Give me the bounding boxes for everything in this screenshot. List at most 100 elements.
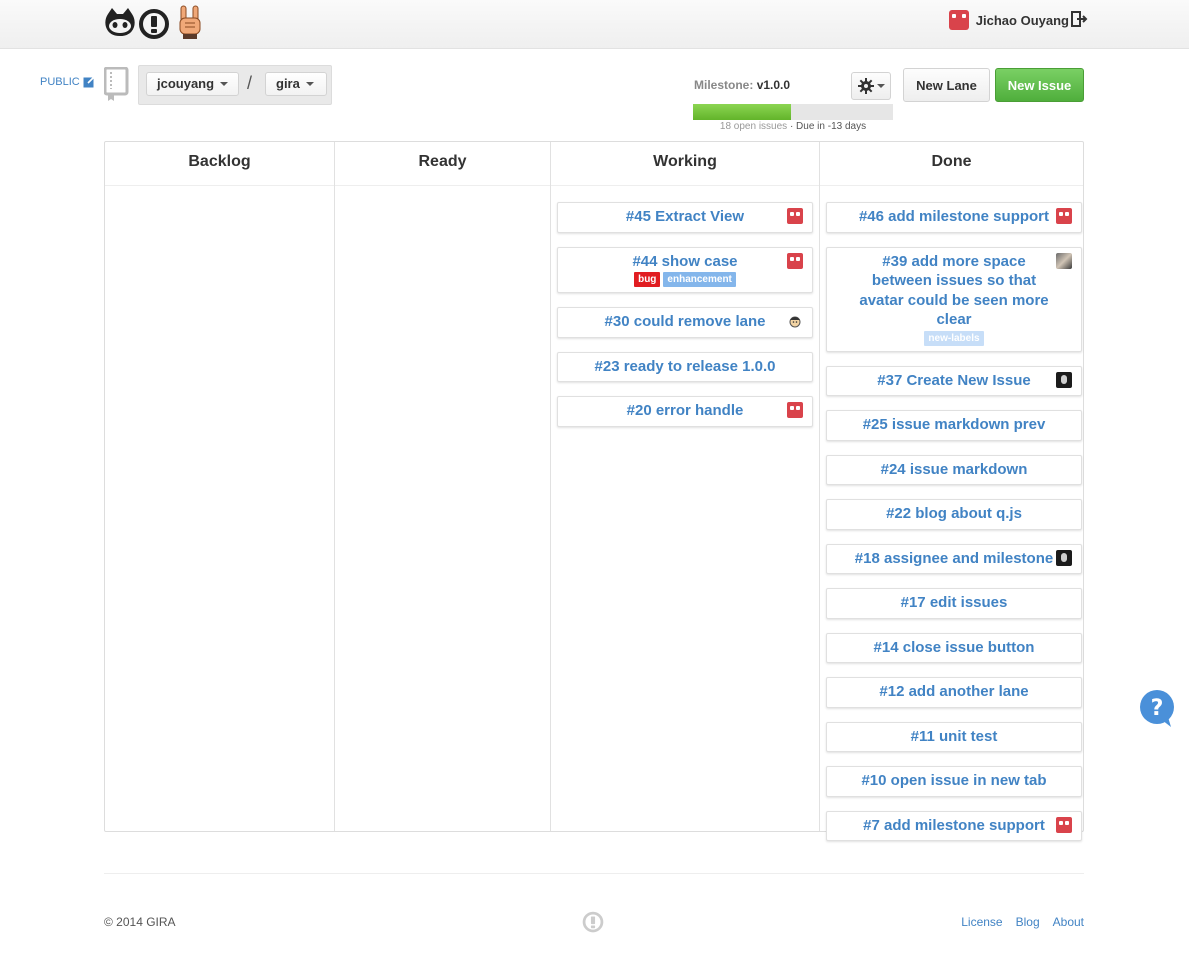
issue-card[interactable]: #44 show case bug enhancement (557, 246, 813, 293)
issue-card[interactable]: #14 close issue button (826, 632, 1082, 663)
external-link-icon (83, 75, 96, 88)
issue-title[interactable]: #45 Extract View (584, 207, 786, 227)
lane-title: Ready (335, 142, 550, 186)
blog-link[interactable]: Blog (1016, 915, 1040, 929)
issue-card[interactable]: #45 Extract View (557, 202, 813, 233)
repo-book-icon (103, 66, 130, 108)
issue-title[interactable]: #24 issue markdown (853, 460, 1055, 480)
lane-cards (105, 186, 334, 202)
repo-separator: / (247, 73, 253, 93)
issue-card[interactable]: #10 open issue in new tab (826, 766, 1082, 797)
public-visibility-link[interactable]: PUBLIC (40, 75, 96, 88)
issue-card[interactable]: #22 blog about q.js (826, 499, 1082, 530)
about-link[interactable]: About (1053, 915, 1084, 929)
milestone-label[interactable]: Milestone: v1.0.0 (694, 78, 790, 92)
chevron-down-icon (220, 82, 229, 86)
issue-title[interactable]: #46 add milestone support (853, 207, 1055, 227)
issue-card[interactable]: #11 unit test (826, 721, 1082, 752)
issue-card[interactable]: #12 add another lane (826, 677, 1082, 708)
repo-name: gira (276, 76, 300, 91)
assignee-avatar (787, 313, 803, 329)
milestone-due: · Due in -13 days (789, 121, 867, 132)
chevron-down-icon (876, 84, 885, 88)
assignee-avatar (787, 208, 803, 224)
footer-divider (104, 873, 1084, 874)
issue-card[interactable]: #23 ready to release 1.0.0 (557, 351, 813, 382)
new-issue-button[interactable]: New Issue (995, 68, 1084, 102)
issue-title[interactable]: #10 open issue in new tab (853, 771, 1055, 791)
assignee-avatar (1056, 371, 1072, 388)
issue-title[interactable]: #30 could remove lane (584, 312, 786, 332)
assignee-avatar (1056, 816, 1072, 833)
issue-title[interactable]: #44 show case (584, 252, 786, 272)
issue-card[interactable]: #25 issue markdown prev (826, 410, 1082, 441)
issue-title[interactable]: #23 ready to release 1.0.0 (584, 357, 786, 377)
user-menu[interactable]: Jichao Ouyang (948, 9, 1069, 31)
issue-card[interactable]: #18 assignee and milestone (826, 543, 1082, 574)
issue-card[interactable]: #39 add more space between issues so tha… (826, 246, 1082, 352)
license-link[interactable]: License (961, 915, 1002, 929)
assignee-avatar (1056, 208, 1072, 224)
issue-card[interactable]: #46 add milestone support (826, 202, 1082, 233)
issue-card[interactable]: #30 could remove lane (557, 307, 813, 338)
milestone-progress-fill (693, 104, 791, 120)
lane-working: Working #45 Extract View #44 show case bug… (551, 142, 820, 831)
assignee-avatar (787, 252, 803, 269)
new-lane-button[interactable]: New Lane (903, 68, 990, 102)
issue-label[interactable]: new-labels (924, 330, 984, 346)
gira-logo-icon[interactable] (138, 8, 170, 45)
owner-dropdown[interactable]: jcouyang (146, 72, 239, 96)
milestone-progress-bar (693, 104, 893, 120)
issue-title[interactable]: #22 blog about q.js (853, 504, 1055, 524)
issue-label[interactable]: enhancement (663, 272, 736, 287)
gira-logo-icon[interactable] (582, 911, 604, 938)
issue-title[interactable]: #37 Create New Issue (853, 371, 1055, 391)
issue-labels: bug enhancement (584, 272, 786, 287)
assignee-avatar (787, 402, 803, 418)
lane-title: Done (820, 142, 1083, 186)
lane-done: Done #46 add milestone support #39 add mo… (820, 142, 1083, 841)
issue-labels: new-labels (853, 330, 1055, 346)
milestone-meta: 18 open issues · Due in -13 days (693, 121, 893, 132)
milestone-version: v1.0.0 (756, 78, 791, 92)
kanban-board: Backlog Ready Working #45 Extract View #4… (104, 141, 1084, 841)
issue-title[interactable]: #12 add another lane (853, 682, 1055, 702)
sign-out-icon[interactable] (1070, 10, 1088, 33)
user-avatar (948, 10, 969, 30)
chevron-down-icon (305, 82, 314, 86)
lane-cards (335, 186, 550, 202)
assignee-avatar (1056, 549, 1072, 566)
issue-card[interactable]: #17 edit issues (826, 588, 1082, 619)
open-issues-count: 18 open issues (719, 121, 788, 132)
lane-title: Backlog (105, 142, 334, 186)
footer-links: License Blog About (961, 915, 1084, 929)
issue-title[interactable]: #18 assignee and milestone (853, 549, 1055, 569)
issue-card[interactable]: #24 issue markdown (826, 454, 1082, 485)
issue-title[interactable]: #39 add more space between issues so tha… (853, 252, 1055, 330)
issue-label[interactable]: bug (634, 272, 661, 287)
top-bar: Jichao Ouyang (0, 0, 1189, 49)
repo-selector: jcouyang / gira (138, 65, 332, 105)
lane-ready: Ready (335, 142, 551, 831)
repo-dropdown[interactable]: gira (265, 72, 327, 96)
issue-title[interactable]: #7 add milestone support (853, 816, 1055, 836)
issue-title[interactable]: #17 edit issues (853, 593, 1055, 613)
issue-card[interactable]: #37 Create New Issue (826, 365, 1082, 396)
settings-button[interactable] (851, 72, 891, 100)
issue-card[interactable]: #7 add milestone support (826, 810, 1082, 841)
lane-backlog: Backlog (105, 142, 335, 831)
lane-cards: #46 add milestone support #39 add more sp… (820, 186, 1083, 841)
issue-title[interactable]: #25 issue markdown prev (853, 415, 1055, 435)
rock-hand-icon[interactable] (177, 3, 203, 46)
svg-text:?: ? (1151, 696, 1164, 721)
issue-title[interactable]: #20 error handle (584, 401, 786, 421)
copyright: © 2014 GIRA (104, 915, 176, 929)
issue-title[interactable]: #14 close issue button (853, 638, 1055, 658)
lane-cards: #45 Extract View #44 show case bug enhancem… (551, 186, 819, 427)
issue-card[interactable]: #20 error handle (557, 396, 813, 427)
owner-name: jcouyang (157, 76, 215, 91)
gear-icon (857, 78, 874, 94)
issue-title[interactable]: #11 unit test (853, 727, 1055, 747)
octocat-icon[interactable] (103, 5, 137, 44)
question-bubble-icon[interactable]: ? (1138, 689, 1176, 734)
